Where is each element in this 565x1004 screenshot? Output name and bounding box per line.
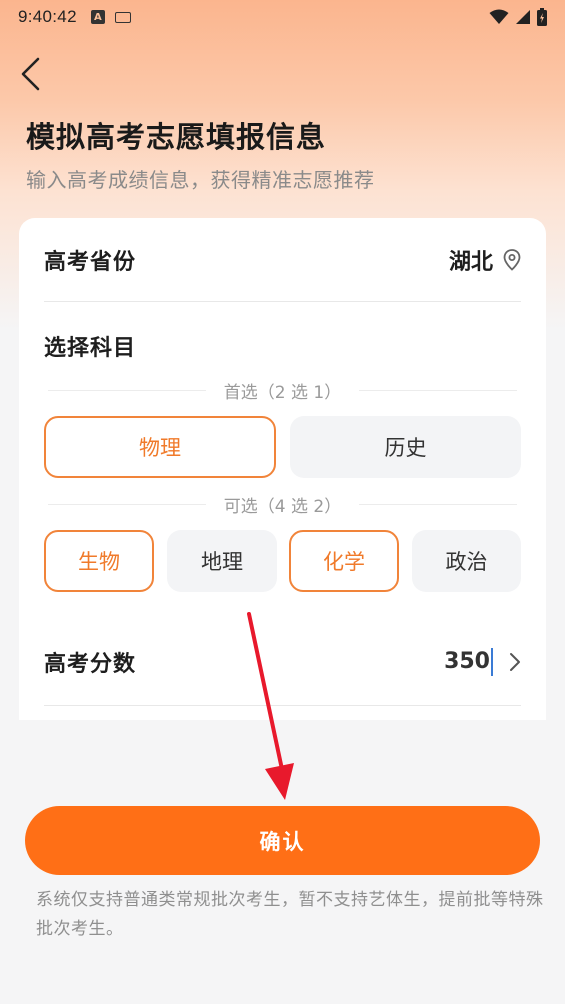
chip-label: 物理 <box>139 436 181 460</box>
chevron-right-icon <box>510 652 520 671</box>
chip-label: 历史 <box>384 436 427 460</box>
eligibility-notice: 系统仅支持普通类常规批次考生，暂不支持艺体生，提前批等特殊批次考生。 <box>36 890 544 939</box>
subject-section-title: 选择科目 <box>44 336 137 361</box>
score-value: 350 <box>444 649 490 674</box>
chip-label: 政治 <box>445 550 488 574</box>
signal-icon <box>516 10 530 24</box>
wifi-icon <box>489 9 509 24</box>
score-row[interactable]: 高考分数 350 <box>44 618 521 706</box>
location-pin-icon <box>503 248 521 271</box>
province-selector[interactable]: 湖北 <box>449 244 521 276</box>
province-row[interactable]: 高考省份 湖北 <box>44 218 521 302</box>
divider-line <box>47 503 206 505</box>
subject-chip-biology[interactable]: 生物 <box>44 530 154 592</box>
chevron-left-icon <box>21 57 40 91</box>
primary-group-divider: 首选（2 选 1） <box>44 378 521 403</box>
subject-chip-politics[interactable]: 政治 <box>412 530 521 592</box>
status-time: 9:40:42 <box>18 7 77 26</box>
subject-chip-physics[interactable]: 物理 <box>44 416 276 478</box>
divider-line <box>359 503 518 505</box>
elective-group-label: 可选（4 选 2） <box>223 496 342 517</box>
form-card: 高考省份 湖北 选择科目 首选（2 选 1） 物理 历史 可选（4 选 2） 生… <box>19 218 546 720</box>
elective-group-divider: 可选（4 选 2） <box>44 492 521 517</box>
confirm-button[interactable]: 确认 <box>25 806 540 875</box>
status-bar: 9:40:42 A <box>0 0 565 34</box>
chip-label: 地理 <box>201 550 243 574</box>
a-icon: A <box>90 10 105 24</box>
subject-chip-geography[interactable]: 地理 <box>167 530 277 592</box>
status-right-icons <box>489 8 547 26</box>
subject-chip-history[interactable]: 历史 <box>290 416 521 478</box>
subject-chip-chemistry[interactable]: 化学 <box>289 530 399 592</box>
page-title: 模拟高考志愿填报信息 <box>26 120 327 154</box>
back-button[interactable] <box>18 56 48 92</box>
chip-label: 生物 <box>78 550 120 574</box>
text-cursor <box>491 647 493 676</box>
page-subtitle: 输入高考成绩信息，获得精准志愿推荐 <box>26 168 375 192</box>
score-input[interactable]: 350 <box>444 647 521 676</box>
keyboard-icon <box>114 11 131 23</box>
score-label: 高考分数 <box>44 651 137 677</box>
province-value: 湖北 <box>448 249 493 275</box>
province-label: 高考省份 <box>44 249 137 275</box>
battery-icon <box>537 8 547 26</box>
annotation-arrow-head <box>265 763 294 800</box>
divider-line <box>47 389 206 391</box>
divider-line <box>359 389 518 391</box>
chip-label: 化学 <box>323 550 365 574</box>
primary-group-label: 首选（2 选 1） <box>223 382 342 403</box>
